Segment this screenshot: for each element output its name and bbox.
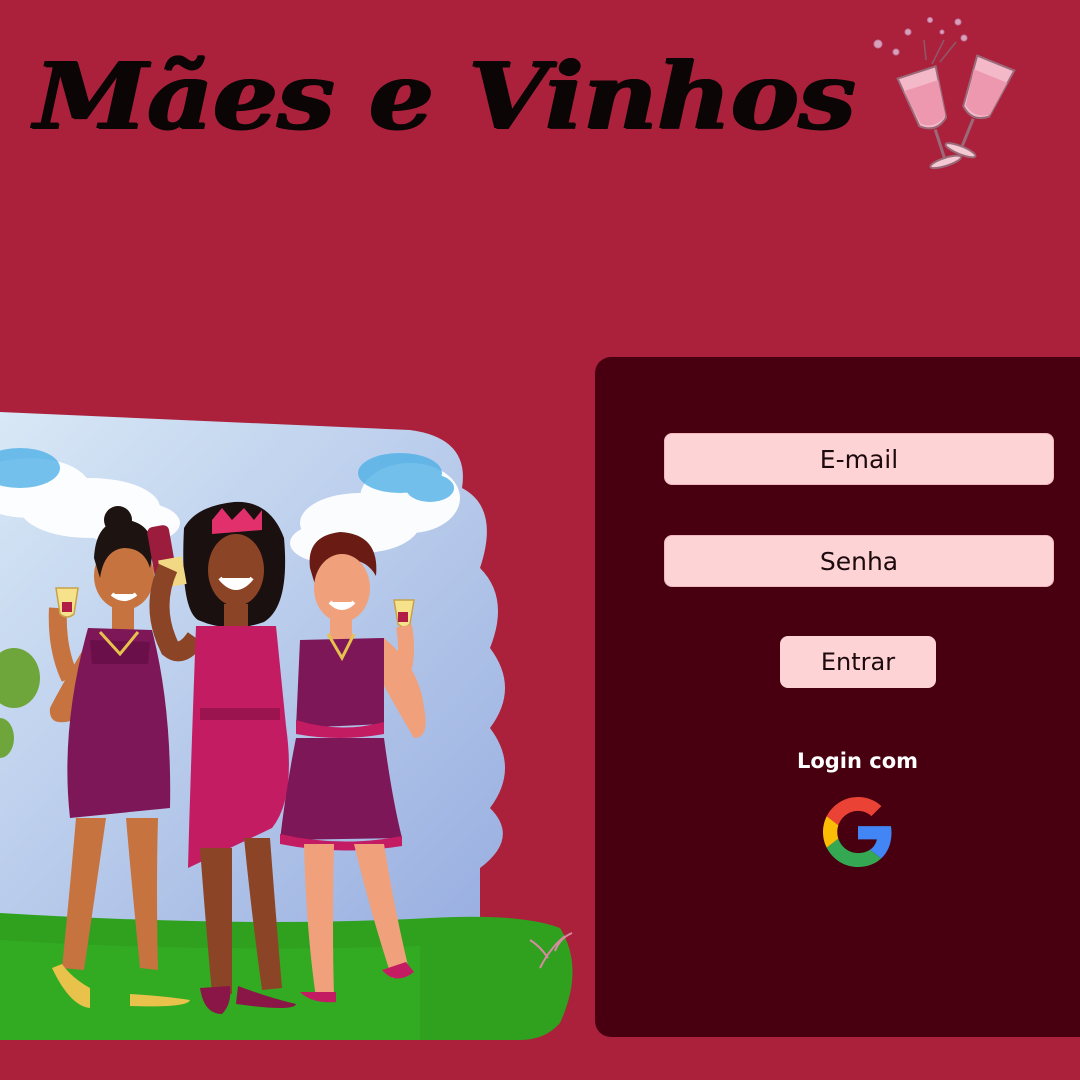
- page: Mães e Vinhos E-mail Senha Entrar Login …: [0, 0, 1080, 1080]
- email-field[interactable]: E-mail: [664, 433, 1054, 485]
- google-icon[interactable]: [823, 797, 893, 867]
- entrar-button[interactable]: Entrar: [780, 636, 936, 688]
- login-panel: E-mail Senha Entrar Login com: [595, 357, 1080, 1037]
- password-field[interactable]: Senha: [664, 535, 1054, 587]
- social-login-label: Login com: [796, 749, 919, 773]
- page-title: Mães e Vinhos: [34, 42, 856, 150]
- wine-glasses-toast-icon: [873, 17, 1016, 170]
- moms-with-wine-illustration: [0, 412, 573, 1040]
